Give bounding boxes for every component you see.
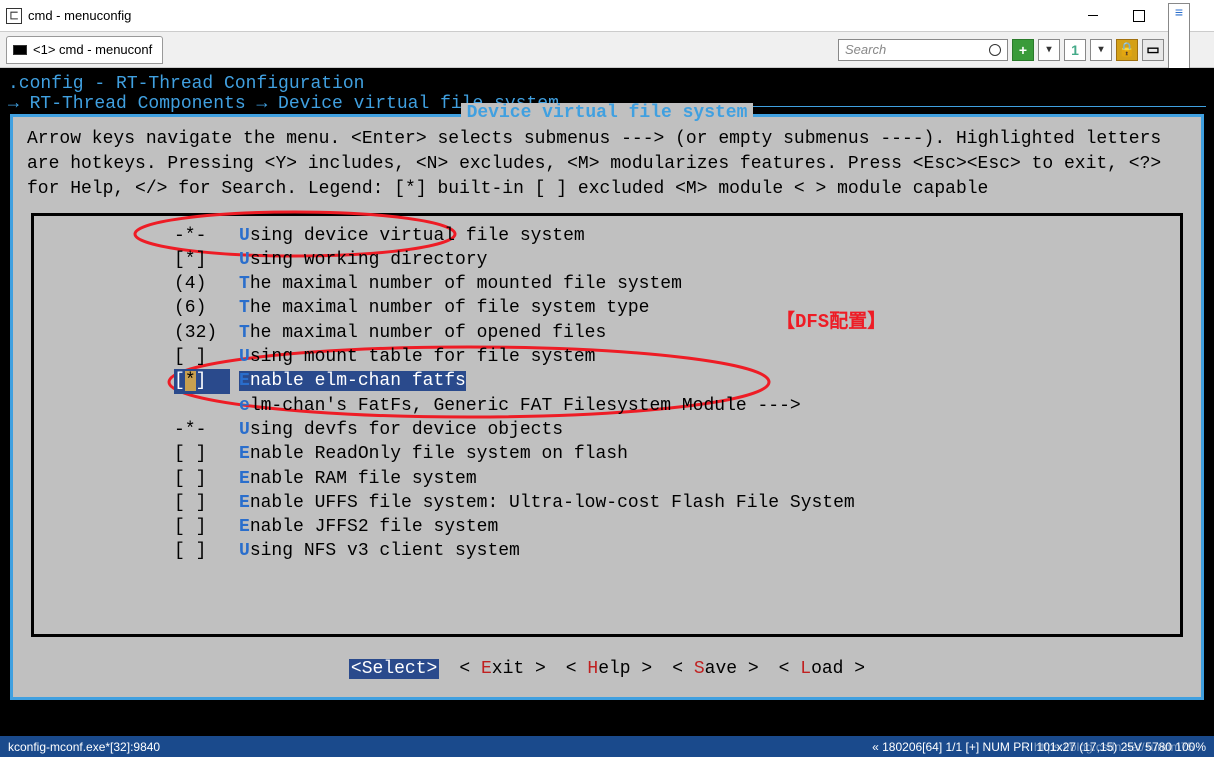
menuconfig-panel: Device virtual file system Arrow keys na… (10, 114, 1204, 700)
minimize-button[interactable] (1070, 1, 1116, 31)
session-dropdown[interactable]: ▾ (1090, 39, 1112, 61)
menu-item[interactable]: [ ]Using mount table for file system (34, 345, 1180, 369)
menu-item[interactable]: -*-Using device virtual file system (34, 224, 1180, 248)
menu-list[interactable]: 【DFS配置】 -*-Using device virtual file sys… (31, 213, 1183, 637)
menu-item[interactable]: [*]Enable elm-chan fatfs (34, 369, 1180, 393)
tab-cmd[interactable]: <1> cmd - menuconf (6, 36, 163, 64)
session-button[interactable]: 1 (1064, 39, 1086, 61)
menu-item[interactable]: [ ]Enable RAM file system (34, 467, 1180, 491)
dropdown-button[interactable]: ▾ (1038, 39, 1060, 61)
search-input[interactable]: Search (838, 39, 1008, 61)
status-file: kconfig-mconf.exe*[32]:9840 (8, 740, 872, 754)
menu-item[interactable]: [ ]Enable UFFS file system: Ultra-low-co… (34, 491, 1180, 515)
lock-button[interactable]: 🔒 (1116, 39, 1138, 61)
load-button[interactable]: < Load > (779, 659, 865, 679)
help-text: Arrow keys navigate the menu. <Enter> se… (13, 123, 1201, 213)
select-button[interactable]: <Select> (349, 659, 439, 679)
config-header: .config - RT-Thread Configuration (8, 74, 1206, 94)
menu-item[interactable]: -*-Using devfs for device objects (34, 418, 1180, 442)
watermark: https://blog.csdn.net/sundm75 (1034, 740, 1194, 754)
menu-item[interactable]: (4)The maximal number of mounted file sy… (34, 272, 1180, 296)
help-button[interactable]: < Help > (566, 659, 652, 679)
menu-item[interactable]: [ ]Using NFS v3 client system (34, 539, 1180, 563)
menu-item[interactable]: (6)The maximal number of file system typ… (34, 296, 1180, 320)
menu-item[interactable]: [*]Using working directory (34, 248, 1180, 272)
window-title: cmd - menuconfig (28, 8, 1070, 23)
tab-label: <1> cmd - menuconf (33, 42, 152, 57)
exit-button[interactable]: < Exit > (459, 659, 545, 679)
window-titlebar: 匚 cmd - menuconfig ✕ (0, 0, 1214, 32)
tab-bar: <1> cmd - menuconf Search + ▾ 1 ▾ 🔒 ▭ ≡ (0, 32, 1214, 68)
new-tab-button[interactable]: + (1012, 39, 1034, 61)
save-button[interactable]: < Save > (672, 659, 758, 679)
menu-item[interactable]: elm-chan's FatFs, Generic FAT Filesystem… (34, 394, 1180, 418)
terminal-area[interactable]: .config - RT-Thread Configuration → RT-T… (0, 68, 1214, 736)
props-button[interactable]: ▭ (1142, 39, 1164, 61)
menu-item[interactable]: [ ]Enable JFFS2 file system (34, 515, 1180, 539)
menu-item[interactable]: (32)The maximal number of opened files (34, 321, 1180, 345)
app-icon: 匚 (6, 8, 22, 24)
panel-title: Device virtual file system (461, 103, 754, 123)
maximize-button[interactable] (1116, 1, 1162, 31)
button-row: <Select> < Exit > < Help > < Save > < Lo… (13, 651, 1201, 697)
menu-item[interactable]: [ ]Enable ReadOnly file system on flash (34, 442, 1180, 466)
status-bar: kconfig-mconf.exe*[32]:9840 « 180206[64]… (0, 736, 1214, 757)
tab-icon (13, 45, 27, 55)
